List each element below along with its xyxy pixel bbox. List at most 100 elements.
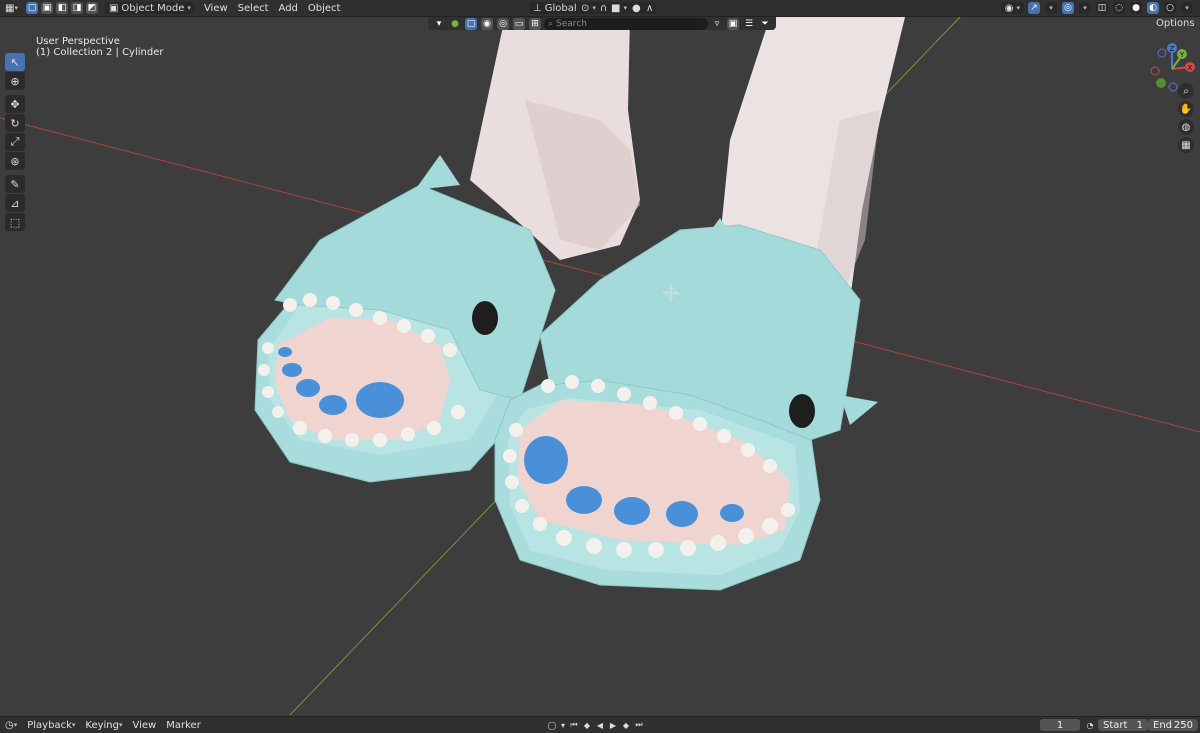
orientation-icon: ⊥ bbox=[533, 2, 542, 14]
select-intersect-icon[interactable]: ◩ bbox=[85, 2, 98, 14]
menu-view[interactable]: View bbox=[199, 1, 233, 15]
search-input[interactable]: ⌕ Search bbox=[544, 17, 708, 30]
pan-hand-icon[interactable]: ✋ bbox=[1178, 101, 1194, 117]
camera-icon[interactable]: ◍ bbox=[1178, 119, 1194, 135]
editor-type-button[interactable]: ▦ ▾ bbox=[0, 1, 23, 15]
falloff-icon: ∧ bbox=[646, 2, 654, 14]
object-filter-icon[interactable]: ▢ bbox=[465, 17, 477, 30]
clock-icon: ◷ bbox=[5, 719, 14, 731]
nail-big bbox=[356, 382, 404, 418]
solid-shading-icon[interactable]: ● bbox=[1130, 2, 1142, 14]
filter-icon[interactable]: ⏷ bbox=[759, 18, 771, 30]
start-label: Start bbox=[1103, 719, 1128, 731]
gizmo-z-label: Z bbox=[1170, 45, 1175, 53]
annotate-icon[interactable]: ✎ bbox=[5, 175, 25, 193]
chevron-down-icon[interactable]: ▾ bbox=[433, 18, 445, 30]
xray-toggle-icon[interactable]: ◫ bbox=[1096, 2, 1108, 14]
select-invert-icon[interactable]: ◨ bbox=[70, 2, 83, 14]
orientation-label: Global bbox=[544, 2, 577, 14]
current-frame-field[interactable]: 1 bbox=[1040, 719, 1080, 731]
pivot-icon: ⊙ bbox=[581, 2, 590, 14]
start-frame-field[interactable]: Start 1 bbox=[1098, 719, 1148, 731]
end-value: 250 bbox=[1173, 719, 1193, 731]
overlay-toggle-icon[interactable]: ◎ bbox=[1062, 2, 1074, 14]
search-icon: ⌕ bbox=[548, 18, 554, 29]
gizmo-dropdown[interactable]: ▾ bbox=[1045, 2, 1057, 14]
menu-add[interactable]: Add bbox=[274, 1, 303, 15]
timeline-header: ◷ ▾ Playback ▾ Keying ▾ View Marker ◯ ▾ ⏮ ◆… bbox=[0, 716, 1200, 733]
stopwatch-icon[interactable]: ◔ bbox=[1084, 719, 1096, 731]
color-sphere-icon[interactable]: ● bbox=[449, 18, 461, 30]
right-header-group: ◉ ▾ ↗ ▾ ◎ ▾ ◫ ◌ ● ◐ ○ ▾ bbox=[1000, 1, 1194, 15]
rendered-shading-icon[interactable]: ○ bbox=[1164, 2, 1176, 14]
gizmo-x-label: X bbox=[1188, 64, 1193, 72]
timeline-editor-button[interactable]: ◷ ▾ bbox=[0, 718, 22, 732]
tool-shelf: ↖ ⊕ ✥ ↻ ⤢ ⊛ ✎ ⊿ ⬚ bbox=[5, 53, 26, 232]
menu-playback[interactable]: Playback ▾ bbox=[22, 718, 80, 732]
material-shading-icon[interactable]: ◐ bbox=[1147, 2, 1159, 14]
zoom-icon[interactable]: ⌕ bbox=[1178, 83, 1194, 99]
selection-mode-group: ▢ ▣ ◧ ◨ ◩ bbox=[23, 1, 101, 15]
prev-keyframe-icon[interactable]: ◆ bbox=[581, 719, 593, 731]
auto-key-icon[interactable]: ◯ bbox=[546, 719, 558, 731]
scale-icon[interactable]: ⤢ bbox=[5, 133, 25, 151]
camera-filter-icon[interactable]: ◎ bbox=[497, 17, 509, 30]
menu-marker[interactable]: Marker bbox=[161, 718, 206, 732]
shading-dropdown[interactable]: ▾ bbox=[1181, 2, 1193, 14]
mode-dropdown[interactable]: ▣ Object Mode ▾ bbox=[104, 2, 195, 14]
chevron-down-icon: ▾ bbox=[187, 4, 191, 12]
jump-end-icon[interactable]: ⏭ bbox=[633, 719, 645, 731]
play-icon[interactable]: ▶ bbox=[607, 719, 619, 731]
wireframe-shading-icon[interactable]: ◌ bbox=[1113, 2, 1125, 14]
start-value: 1 bbox=[1136, 719, 1143, 731]
measure-icon[interactable]: ⊿ bbox=[5, 194, 25, 212]
editor-type-icon: ▦ bbox=[5, 2, 15, 14]
search-placeholder: Search bbox=[556, 18, 587, 29]
add-cube-icon[interactable]: ⬚ bbox=[5, 213, 25, 231]
empty-filter-icon[interactable]: ▭ bbox=[513, 17, 525, 30]
gizmo-y-label: Y bbox=[1179, 51, 1185, 59]
right-slipper bbox=[494, 218, 878, 591]
perspective-label: User Perspective bbox=[36, 36, 120, 47]
object-mode-icon: ▣ bbox=[108, 2, 119, 14]
viewport-header: ▦ ▾ ▢ ▣ ◧ ◨ ◩ ▣ Object Mode ▾ View Select… bbox=[0, 0, 1200, 17]
select-extend-icon[interactable]: ▣ bbox=[40, 2, 53, 14]
transform-icon[interactable]: ⊛ bbox=[5, 152, 25, 170]
options-button[interactable]: Options bbox=[1151, 17, 1200, 30]
3d-viewport[interactable]: User Perspective (1) Collection 2 | Cyli… bbox=[0, 17, 1200, 715]
chevron-down-icon[interactable]: ▾ bbox=[559, 719, 567, 731]
viewport-scene bbox=[0, 17, 1200, 715]
play-reverse-icon[interactable]: ◀ bbox=[594, 719, 606, 731]
overlay-dropdown[interactable]: ▾ bbox=[1079, 2, 1091, 14]
menu-timeline-view[interactable]: View bbox=[128, 718, 162, 732]
new-collection-icon[interactable]: ▣ bbox=[727, 17, 739, 30]
keying-label: Keying bbox=[85, 719, 119, 731]
viewport-info: User Perspective (1) Collection 2 | Cyli… bbox=[36, 36, 163, 58]
end-frame-field[interactable]: End 250 bbox=[1148, 719, 1198, 731]
menu-select[interactable]: Select bbox=[233, 1, 274, 15]
rotate-icon[interactable]: ↻ bbox=[5, 114, 25, 132]
select-subtract-icon[interactable]: ◧ bbox=[55, 2, 68, 14]
light-filter-icon[interactable]: ◉ bbox=[481, 17, 493, 30]
jump-start-icon[interactable]: ⏮ bbox=[568, 719, 580, 731]
sort-icon[interactable]: ☰ bbox=[743, 18, 755, 30]
gizmo-toggle-icon[interactable]: ↗ bbox=[1028, 2, 1040, 14]
next-keyframe-icon[interactable]: ◆ bbox=[620, 719, 632, 731]
menu-keying[interactable]: Keying ▾ bbox=[80, 718, 127, 732]
select-new-icon[interactable]: ▢ bbox=[25, 2, 38, 14]
snap-square-icon: ■ bbox=[611, 2, 621, 14]
eye-icon: ◉ bbox=[1004, 2, 1014, 14]
chevron-down-icon[interactable]: ▿ bbox=[711, 18, 723, 30]
collection-label: (1) Collection 2 | Cylinder bbox=[36, 47, 164, 58]
menu-object[interactable]: Object bbox=[303, 1, 346, 15]
visibility-dropdown[interactable]: ◉ ▾ bbox=[1000, 2, 1024, 14]
proportional-edit-icon: ● bbox=[632, 2, 641, 14]
ortho-grid-icon[interactable]: ▦ bbox=[1178, 137, 1194, 153]
other-filter-icon[interactable]: ⊞ bbox=[529, 17, 541, 30]
cursor-icon[interactable]: ⊕ bbox=[5, 72, 25, 90]
select-box-icon[interactable]: ↖ bbox=[5, 53, 25, 71]
header-tool-row: ▾ ● ▢ ◉ ◎ ▭ ⊞ ⌕ Search ▿ ▣ ☰ ⏷ bbox=[428, 17, 776, 30]
move-icon[interactable]: ✥ bbox=[5, 95, 25, 113]
falloff-dropdown[interactable]: ∧ bbox=[642, 2, 658, 14]
playback-controls: ◯ ▾ ⏮ ◆ ◀ ▶ ◆ ⏭ bbox=[546, 719, 645, 731]
